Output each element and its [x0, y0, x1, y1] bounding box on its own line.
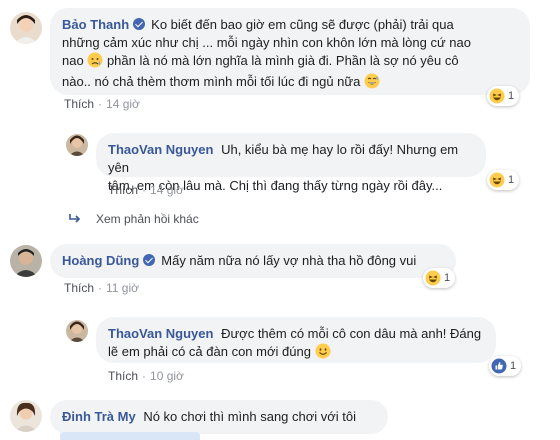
verified-badge-icon [133, 18, 146, 30]
comment-meta: Thích · 10 giờ [108, 369, 184, 383]
haha-icon [425, 270, 441, 286]
comment-time[interactable]: 10 giờ [150, 369, 184, 383]
more-replies-link[interactable]: Xem phản hồi khác [68, 212, 199, 226]
comment-text: nào.. nó chả thèm thơm mình mỗi tối lúc … [62, 74, 361, 89]
reaction-count[interactable]: 1 [423, 268, 456, 288]
grinning-sweat-emoji-icon [364, 73, 380, 94]
avatar[interactable] [10, 12, 42, 44]
reaction-number: 1 [508, 174, 515, 186]
avatar[interactable] [66, 320, 88, 342]
comment-text: lẽ em phải có cả đàn con mới đúng [108, 344, 311, 359]
like-link[interactable]: Thích [108, 369, 138, 383]
comment-author[interactable]: ThaoVan Nguyen [108, 142, 213, 157]
more-replies-label[interactable]: Xem phản hồi khác [96, 212, 199, 226]
avatar[interactable] [10, 400, 42, 432]
comment-text: phần là nó mà lớn nghĩa là mình già đi. … [106, 53, 459, 68]
comment-bubble: ThaoVan Nguyen Được thêm có mỗi cô con d… [96, 317, 496, 363]
comment-bubble: Đinh Trà My Nó ko chơi thì mình sang chơ… [50, 400, 388, 434]
comment-text: Được thêm có mỗi cô con dâu mà anh! Đáng [221, 326, 482, 341]
avatar[interactable] [10, 245, 42, 277]
comment-text: những cảm xúc như chị ... mỗi ngày nhìn … [62, 35, 471, 50]
disappointed-relieved-emoji-icon [87, 52, 103, 73]
verified-badge-icon [143, 254, 156, 266]
comment-author[interactable]: Bảo Thanh [62, 17, 129, 32]
reaction-count[interactable]: 1 [487, 170, 520, 190]
comment-text: Mấy năm nữa nó lấy vợ nhà tha hồ đông vu… [161, 253, 417, 268]
reaction-number: 1 [444, 272, 451, 284]
reaction-count[interactable]: 1 [487, 86, 520, 106]
comment-text: Ko biết đến bao giờ em cũng sẽ được (phả… [151, 17, 454, 32]
comment-meta: Thích · 14 giờ [108, 183, 184, 197]
comment-time[interactable]: 14 giờ [150, 183, 184, 197]
comment-text: nao [62, 53, 84, 68]
reaction-number: 1 [510, 360, 517, 372]
comment-time[interactable]: 14 giờ [106, 97, 140, 111]
comment-bubble: ThaoVan Nguyen Uh, kiểu bà mẹ hay lo rồi… [96, 133, 486, 193]
reaction-number: 1 [508, 90, 515, 102]
smile-emoji-icon [315, 343, 331, 364]
comment-bubble: Hoàng Dũng Mấy năm nữa nó lấy vợ nhà tha … [50, 244, 456, 278]
like-link[interactable]: Thích [108, 183, 138, 197]
like-link[interactable]: Thích [64, 281, 94, 295]
comment-text: Nó ko chơi thì mình sang chơi với tôi [143, 409, 357, 424]
next-content-edge [60, 432, 200, 440]
comment-author[interactable]: Hoàng Dũng [62, 253, 139, 268]
avatar[interactable] [66, 134, 88, 156]
haha-icon [489, 88, 505, 104]
comment-bubble: Bảo Thanh Ko biết đến bao giờ em cũng sẽ … [50, 8, 530, 95]
comment-meta: Thích · 11 giờ [64, 281, 140, 295]
reaction-count[interactable]: 1 [489, 356, 522, 376]
comment-time[interactable]: 11 giờ [106, 281, 139, 295]
comment-author[interactable]: Đinh Trà My [62, 409, 136, 424]
like-icon [491, 358, 507, 374]
comment-meta: Thích · 14 giờ [64, 97, 140, 111]
like-link[interactable]: Thích [64, 97, 94, 111]
comment-author[interactable]: ThaoVan Nguyen [108, 326, 213, 341]
reply-arrow-icon [69, 214, 81, 223]
haha-icon [489, 172, 505, 188]
